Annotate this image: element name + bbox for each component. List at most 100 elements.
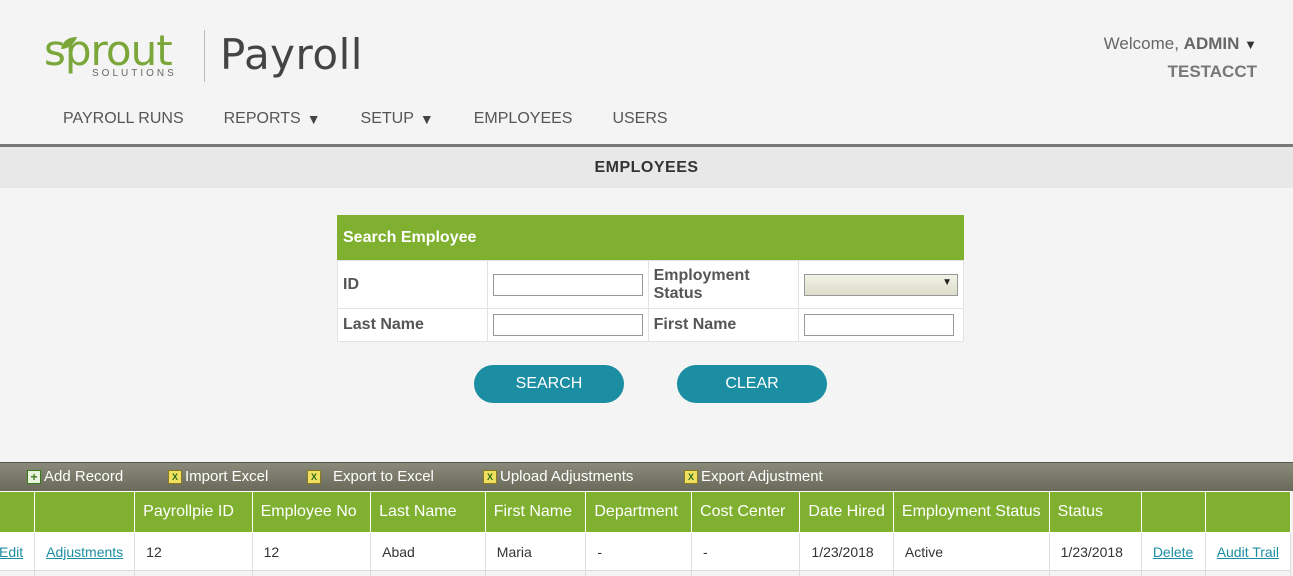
employees-grid: Payrollpie ID Employee No Last Name Firs…	[0, 491, 1292, 576]
column-header-cost-center[interactable]: Cost Center	[691, 491, 801, 533]
nav-employees[interactable]: EMPLOYEES	[474, 110, 573, 128]
payrollpie-id-cell: 12	[134, 532, 253, 571]
search-heading: Search Employee	[337, 215, 964, 260]
delete-cell: Delete	[1140, 532, 1206, 571]
employment-status-select[interactable]: ▼	[804, 273, 958, 296]
column-header-first-name[interactable]: First Name	[484, 491, 587, 533]
first-name-label: First Name	[647, 308, 800, 342]
last-name-label: Last Name	[337, 308, 488, 342]
employment-status-label: Employment Status	[647, 260, 800, 309]
cost-center-cell: -	[691, 532, 801, 571]
edit-cell: Edit	[0, 532, 36, 571]
adjustments-cell: Adjustments	[34, 532, 136, 571]
logo-word: sprout	[44, 26, 173, 75]
import-excel-button[interactable]: X Import Excel	[168, 468, 268, 485]
column-header-status[interactable]: Status	[1048, 491, 1142, 533]
column-header	[34, 491, 136, 533]
grid-toolbar: + Add Record X Import Excel X Export to …	[0, 462, 1293, 491]
nav-label: USERS	[612, 110, 668, 127]
empty-cell	[134, 570, 253, 576]
table-row: Edit Adjustments 12 12 Abad Maria - - 1/…	[0, 532, 1292, 571]
first-name-cell	[798, 308, 964, 342]
search-form: ID Employment Status ▼ Last Name First N…	[337, 260, 964, 342]
nav-payroll-runs[interactable]: PAYROLL RUNS	[63, 110, 184, 128]
sprout-logo[interactable]: sprout SOLUTIONS	[44, 26, 174, 80]
tool-label: Upload Adjustments	[500, 468, 634, 485]
column-header	[0, 491, 36, 533]
empty-cell	[1140, 570, 1206, 576]
employment-status-cell: ▼	[798, 260, 964, 309]
excel-icon: X	[168, 469, 182, 484]
status-cell: 1/23/2018	[1048, 532, 1142, 571]
id-input[interactable]	[492, 273, 643, 296]
logo-divider	[204, 30, 205, 82]
empty-cell	[484, 570, 587, 576]
nav-label: EMPLOYEES	[473, 110, 573, 127]
search-button[interactable]: SEARCH	[474, 365, 624, 403]
export-adjustment-button[interactable]: X Export Adjustment	[684, 468, 823, 485]
column-header-employee-no[interactable]: Employee No	[251, 491, 372, 533]
employee-no-cell: 12	[251, 532, 372, 571]
last-name-cell: Abad	[370, 532, 486, 571]
nav-setup[interactable]: SETUP ▼	[361, 110, 434, 128]
nav-label: REPORTS	[223, 110, 301, 127]
empty-cell	[585, 570, 693, 576]
empty-cell	[251, 570, 372, 576]
grid-header-row: Payrollpie ID Employee No Last Name Firs…	[0, 491, 1292, 533]
empty-cell	[370, 570, 486, 576]
nav-users[interactable]: USERS	[612, 110, 667, 128]
date-hired-cell: 1/23/2018	[799, 532, 894, 571]
column-header-date-hired[interactable]: Date Hired	[799, 491, 894, 533]
table-row	[0, 570, 1292, 576]
employment-status-cell: Active	[892, 532, 1050, 571]
column-header-payrollpie-id[interactable]: Payrollpie ID	[134, 491, 253, 533]
empty-cell	[1204, 570, 1292, 576]
account-name: TESTACCT	[1167, 62, 1257, 81]
tool-label: Add Record	[44, 468, 124, 485]
column-header	[1204, 491, 1292, 533]
tool-label: Import Excel	[185, 468, 269, 485]
excel-icon: X	[307, 469, 321, 484]
column-header-last-name[interactable]: Last Name	[370, 491, 486, 533]
add-record-button[interactable]: + Add Record	[27, 468, 123, 485]
tool-label: Export Adjustment	[701, 468, 823, 485]
nav-label: SETUP	[360, 110, 414, 127]
empty-cell	[0, 570, 36, 576]
app-title: Payroll	[220, 30, 363, 79]
id-label: ID	[337, 260, 488, 309]
audit-trail-link[interactable]: Audit Trail	[1217, 544, 1279, 560]
nav-reports[interactable]: REPORTS ▼	[224, 110, 321, 128]
user-name[interactable]: ADMIN	[1184, 34, 1240, 53]
main-nav: PAYROLL RUNS REPORTS ▼ SETUP ▼ EMPLOYEES U…	[63, 110, 708, 128]
excel-icon: X	[483, 469, 497, 484]
last-name-cell	[486, 308, 649, 342]
dropdown-arrow-icon: ▼	[942, 276, 952, 288]
welcome-text: Welcome,	[1103, 34, 1179, 53]
user-menu[interactable]: Welcome, ADMIN ▼ TESTACCT	[1104, 34, 1257, 82]
nav-label: PAYROLL RUNS	[63, 110, 184, 127]
empty-cell	[1048, 570, 1142, 576]
upload-adjustments-button[interactable]: X Upload Adjustments	[483, 468, 633, 485]
empty-cell	[892, 570, 1050, 576]
empty-cell	[799, 570, 894, 576]
caret-down-icon[interactable]: ▼	[1244, 37, 1257, 52]
first-name-input[interactable]	[804, 314, 954, 336]
last-name-input[interactable]	[492, 314, 643, 336]
plus-icon: +	[27, 469, 41, 484]
audit-trail-cell: Audit Trail	[1204, 532, 1292, 571]
delete-link[interactable]: Delete	[1153, 544, 1193, 560]
column-header-department[interactable]: Department	[585, 491, 693, 533]
clear-button[interactable]: CLEAR	[677, 365, 827, 403]
first-name-cell: Maria	[484, 532, 587, 571]
page-title: EMPLOYEES	[0, 144, 1293, 188]
caret-down-icon: ▼	[419, 111, 434, 127]
tool-label: Export to Excel	[333, 468, 434, 485]
edit-link[interactable]: Edit	[0, 544, 23, 560]
id-cell	[486, 260, 649, 309]
excel-icon: X	[684, 469, 698, 484]
search-panel: Search Employee ID Employment Status ▼ L…	[337, 215, 964, 342]
column-header	[1140, 491, 1206, 533]
column-header-employment-status[interactable]: Employment Status	[892, 491, 1050, 533]
export-excel-button[interactable]: X Export to Excel	[307, 468, 434, 485]
adjustments-link[interactable]: Adjustments	[46, 544, 123, 560]
